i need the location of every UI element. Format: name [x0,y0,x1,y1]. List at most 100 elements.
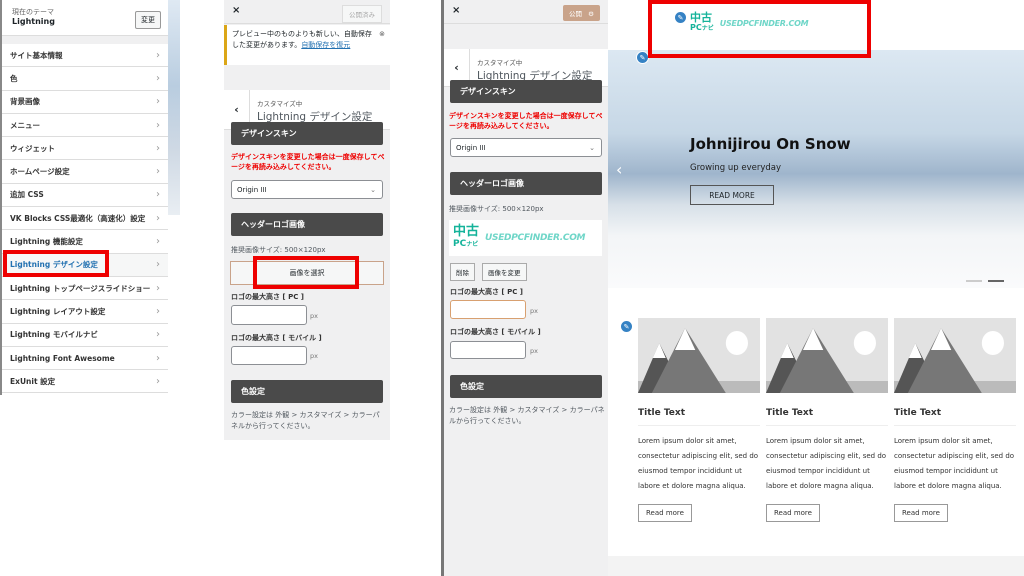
header-logo-heading: ヘッダーロゴ画像 [450,172,602,195]
read-more-button[interactable]: READ MORE [690,185,774,205]
placeholder-image [894,318,1016,393]
max-height-pc-input[interactable] [450,300,526,319]
hero-title: Johnijirou On Snow [690,135,851,153]
max-height-pc-label: ロゴの最大高さ [ PC ] [231,293,304,301]
close-icon[interactable]: × [232,5,240,16]
card-title: Title Text [766,408,888,426]
change-image-button[interactable]: 画像を変更 [482,263,527,281]
close-icon[interactable]: × [452,5,460,16]
color-note: カラー設定は 外観 > カスタマイズ > カラーパネルから行ってください。 [449,406,605,425]
remove-image-button[interactable]: 削除 [450,263,475,281]
menu-item-label: 追加 CSS [10,190,44,200]
max-height-mobile-input[interactable] [231,346,307,365]
design-skin-value: Origin III [456,143,486,152]
customizer-panel-before: × 公開済み プレビュー中のものよりも新しい、自動保存した変更があります。自動保… [224,0,390,440]
menu-item[interactable]: Lightning レイアウト設定 › [2,300,168,324]
menu-item[interactable]: 色 › [2,67,168,91]
autosave-notice: プレビュー中のものよりも新しい、自動保存した変更があります。自動保存を復元 ⊗ [224,25,390,65]
change-theme-button[interactable]: 変更 [135,11,161,29]
menu-item-label: Lightning モバイルナビ [10,330,98,340]
recommended-size: 推奨画像サイズ: 500×120px [231,246,326,254]
dismiss-icon[interactable]: ⊗ [379,29,385,40]
logo-navi-text: ナビ [466,241,479,248]
menu-item-label: Lightning レイアウト設定 [10,306,106,316]
chevron-down-icon: ⌄ [589,143,595,152]
design-skin-select[interactable]: Origin III ⌄ [450,138,602,157]
restore-autosave-link[interactable]: 自動保存を復元 [301,41,350,49]
unit-label: px [530,307,538,315]
highlight-box [3,250,109,277]
slide-dot[interactable] [966,280,982,282]
menu-item-label: ウィジェット [10,143,55,153]
color-note: カラー設定は 外観 > カスタマイズ > カラーパネルから行ってください。 [231,411,380,430]
menu-item[interactable]: ウィジェット › [2,137,168,161]
menu-item-label: Lightning Font Awesome [10,353,115,363]
recommended-size: 推奨画像サイズ: 500×120px [449,205,544,213]
site-preview: 中古 PCナビ USEDPCFINDER.COM ✎ Johnijirou On … [608,0,1024,576]
menu-item[interactable]: ExUnit 設定 › [2,370,168,394]
menu-item[interactable]: 追加 CSS › [2,184,168,208]
publish-button[interactable]: 公開 ⚙ [562,5,600,21]
chevron-right-icon: › [156,142,160,154]
unit-label: px [310,352,318,360]
menu-item-label: Lightning トップページスライドショー [10,283,151,293]
menu-item-label: VK Blocks CSS最適化（高速化）設定 [10,213,146,223]
menu-item[interactable]: Lightning Font Awesome › [2,347,168,371]
menu-item-label: 背景画像 [10,97,40,107]
menu-item[interactable]: Lightning トップページスライドショー › [2,277,168,301]
chevron-right-icon: › [156,72,160,84]
max-height-pc-input[interactable] [231,305,307,325]
menu-item[interactable]: ホームページ設定 › [2,160,168,184]
content-card: Title Text Lorem ipsum dolor sit amet, c… [894,318,1016,522]
max-height-pc-label: ロゴの最大高さ [ PC ] [450,288,523,296]
published-button[interactable]: 公開済み [342,5,382,23]
design-skin-select[interactable]: Origin III ⌄ [231,180,383,199]
design-skin-heading: デザインスキン [231,122,383,145]
max-height-mobile-input[interactable] [450,341,526,359]
chevron-right-icon: › [156,282,160,294]
menu-item-label: ExUnit 設定 [10,376,56,386]
card-read-more-button[interactable]: Read more [894,504,948,522]
chevron-right-icon: › [156,236,160,248]
menu-item-label: Lightning 機能設定 [10,237,83,247]
menu-item-label: 色 [10,73,18,83]
menu-item-label: ホームページ設定 [10,167,70,177]
unit-label: px [530,347,538,355]
color-heading: 色設定 [231,380,383,403]
publish-label: 公開 [568,10,582,18]
section-list: サイト基本情報 › 色 › 背景画像 › メニュー › ウィジェット › ホームページ設定 › 追加 C… [2,44,168,394]
skin-warning: デザインスキンを変更した場合は一度保存してページを再読み込みしてください。 [231,153,385,171]
chevron-right-icon: › [156,166,160,178]
menu-item[interactable]: サイト基本情報 › [2,44,168,68]
design-skin-value: Origin III [237,185,267,194]
content-card: Title Text Lorem ipsum dolor sit amet, c… [638,318,760,522]
card-read-more-button[interactable]: Read more [638,504,692,522]
header-logo-heading: ヘッダーロゴ画像 [231,213,383,236]
customizer-main-panel: 現在のテーマ Lightning 変更 サイト基本情報 › 色 › 背景画像 › メニュー ›… [0,0,168,395]
menu-item[interactable]: Lightning モバイルナビ › [2,324,168,347]
logo-preview-image: 中古 PCナビ USEDPCFINDER.COM [449,220,602,256]
chevron-right-icon: › [156,259,160,271]
top-bar: × 公開済み [224,0,390,24]
menu-item-label: サイト基本情報 [10,50,63,60]
chevron-right-icon: › [156,329,160,341]
chevron-right-icon: › [156,375,160,387]
chevron-right-icon: › [156,352,160,364]
slider-prev-icon[interactable]: ‹ [616,160,622,179]
divider [2,36,168,44]
chevron-right-icon: › [156,49,160,61]
preview-strip [168,0,180,215]
unit-label: px [310,312,318,320]
gear-icon[interactable]: ⚙ [588,10,594,18]
color-heading: 色設定 [450,375,602,398]
logo-en-text: USEDPCFINDER.COM [485,233,586,243]
menu-item[interactable]: メニュー › [2,114,168,138]
card-read-more-button[interactable]: Read more [766,504,820,522]
card-title: Title Text [638,408,760,426]
menu-item[interactable]: VK Blocks CSS最適化（高速化）設定 › [2,207,168,231]
chevron-right-icon: › [156,119,160,131]
menu-item[interactable]: 背景画像 › [2,91,168,114]
edit-pencil-icon[interactable]: ✎ [620,320,633,333]
customizing-label: カスタマイズ中 [477,59,523,67]
slide-dot-active[interactable] [988,280,1004,282]
